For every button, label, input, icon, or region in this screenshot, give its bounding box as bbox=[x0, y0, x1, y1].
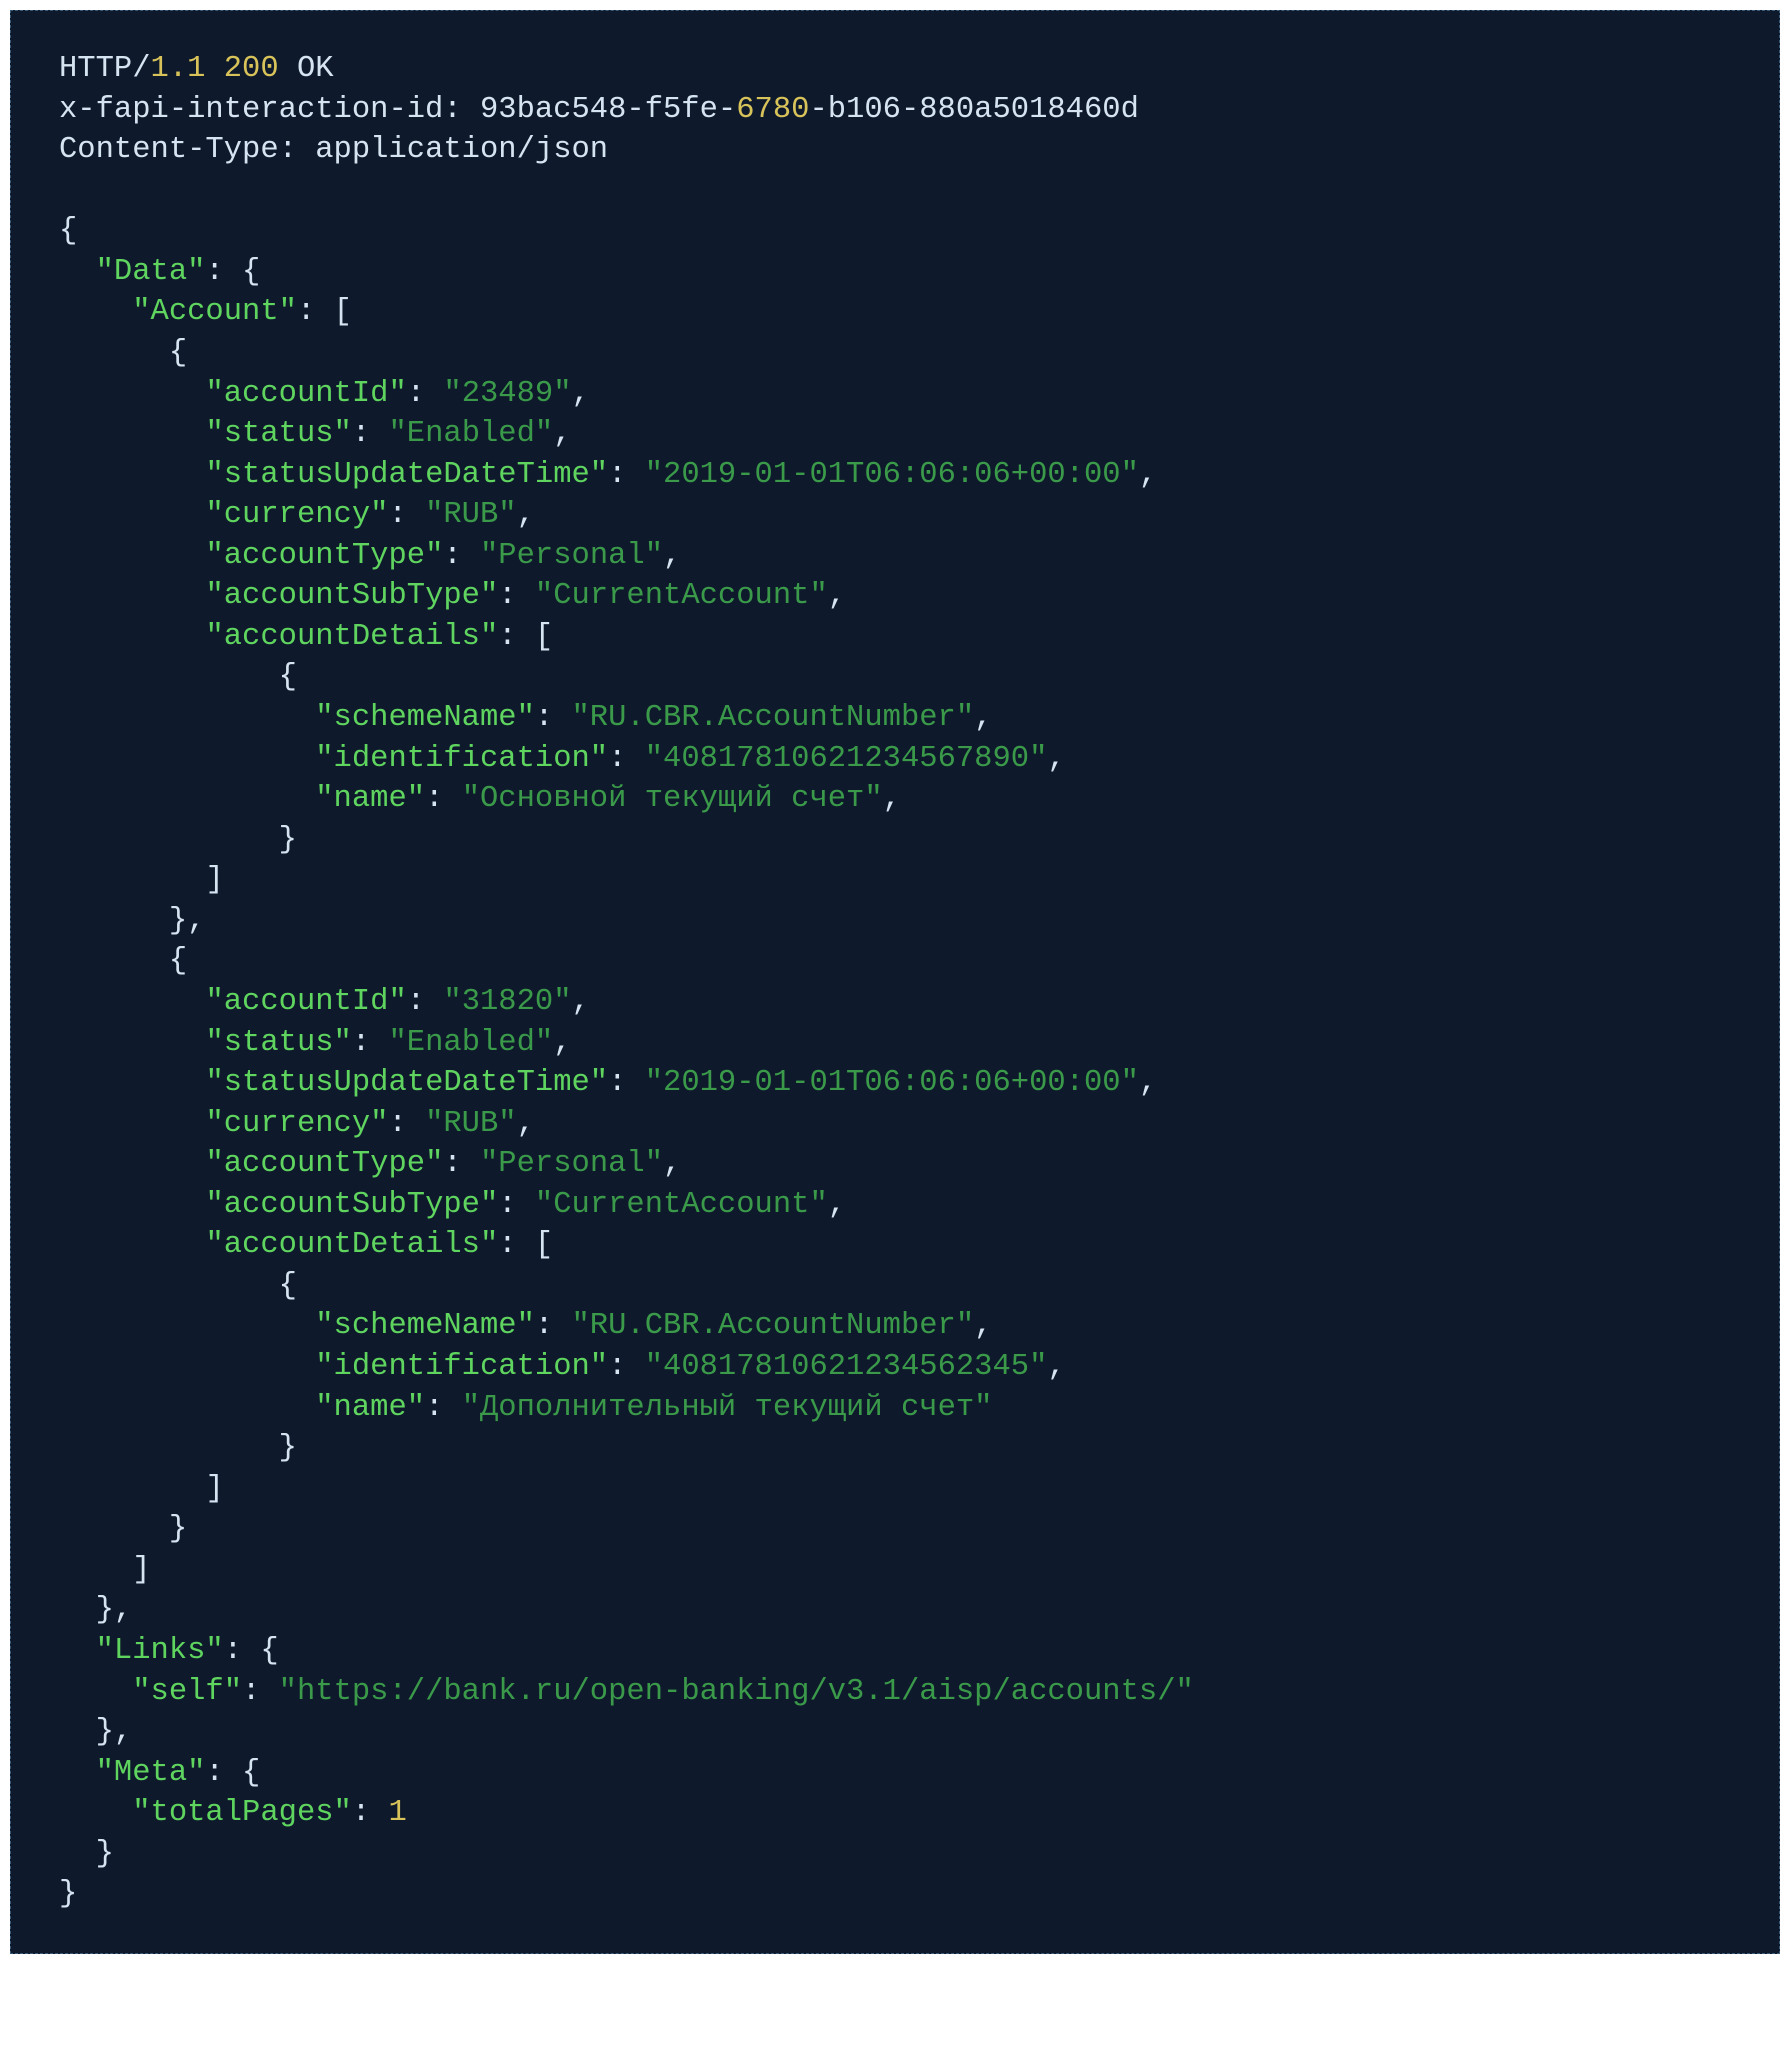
json-key-accountdetails: "accountDetails" bbox=[205, 620, 498, 654]
json-key-accountsubtype: "accountSubType" bbox=[205, 579, 498, 613]
json-key-currency: "currency" bbox=[205, 498, 388, 532]
json-key-accounttype: "accountType" bbox=[205, 1147, 443, 1181]
json-val-name: "Основной текущий счет" bbox=[462, 782, 883, 816]
json-key-status: "status" bbox=[205, 417, 351, 451]
json-val-statusudt: "2019-01-01T06:06:06+00:00" bbox=[645, 458, 1139, 492]
json-val-self: "https://bank.ru/open-banking/v3.1/aisp/… bbox=[279, 1675, 1194, 1709]
json-key-data: "Data" bbox=[96, 255, 206, 289]
header-xfapi-value-mid: 6780 bbox=[736, 93, 809, 127]
json-val-status: "Enabled" bbox=[388, 1026, 553, 1060]
http-protocol: HTTP/ bbox=[59, 52, 151, 86]
json-key-accountsubtype: "accountSubType" bbox=[205, 1188, 498, 1222]
json-key-name: "name" bbox=[315, 782, 425, 816]
json-key-links: "Links" bbox=[96, 1634, 224, 1668]
http-response-code-block: HTTP/1.1 200 OK x-fapi-interaction-id: 9… bbox=[10, 10, 1780, 1954]
json-val-totalpages: 1 bbox=[388, 1796, 406, 1830]
json-val-name: "Дополнительный текущий счет" bbox=[462, 1391, 993, 1425]
json-key-identification: "identification" bbox=[315, 1350, 608, 1384]
json-key-accountdetails: "accountDetails" bbox=[205, 1228, 498, 1262]
space bbox=[205, 52, 223, 86]
brace-open: { bbox=[59, 214, 77, 248]
header-contenttype-value: application/json bbox=[315, 133, 608, 167]
json-key-statusudt: "statusUpdateDateTime" bbox=[205, 1066, 608, 1100]
json-val-status: "Enabled" bbox=[388, 417, 553, 451]
json-key-account: "Account" bbox=[132, 295, 297, 329]
json-val-currency: "RUB" bbox=[425, 1107, 517, 1141]
json-key-accountid: "accountId" bbox=[205, 377, 406, 411]
header-xfapi-value-pre: 93bac548-f5fe- bbox=[480, 93, 736, 127]
json-val-accounttype: "Personal" bbox=[480, 539, 663, 573]
json-key-self: "self" bbox=[132, 1675, 242, 1709]
json-val-accounttype: "Personal" bbox=[480, 1147, 663, 1181]
json-val-accountid: "23489" bbox=[443, 377, 571, 411]
json-key-accountid: "accountId" bbox=[205, 985, 406, 1019]
json-key-totalpages: "totalPages" bbox=[132, 1796, 352, 1830]
http-status-code: 200 bbox=[224, 52, 279, 86]
json-key-schemename: "schemeName" bbox=[315, 1309, 535, 1343]
json-val-schemename: "RU.CBR.AccountNumber" bbox=[572, 701, 975, 735]
http-version: 1.1 bbox=[151, 52, 206, 86]
json-key-status: "status" bbox=[205, 1026, 351, 1060]
json-key-statusudt: "statusUpdateDateTime" bbox=[205, 458, 608, 492]
json-key-currency: "currency" bbox=[205, 1107, 388, 1141]
json-val-accountsubtype: "CurrentAccount" bbox=[535, 579, 828, 613]
json-val-identification: "40817810621234562345" bbox=[645, 1350, 1048, 1384]
header-xfapi-label: x-fapi-interaction-id: bbox=[59, 93, 480, 127]
json-key-name: "name" bbox=[315, 1391, 425, 1425]
space bbox=[279, 52, 297, 86]
header-contenttype-label: Content-Type: bbox=[59, 133, 315, 167]
json-key-identification: "identification" bbox=[315, 742, 608, 776]
json-key-schemename: "schemeName" bbox=[315, 701, 535, 735]
json-val-currency: "RUB" bbox=[425, 498, 517, 532]
header-xfapi-value-post: -b106-880a5018460d bbox=[809, 93, 1138, 127]
json-val-schemename: "RU.CBR.AccountNumber" bbox=[572, 1309, 975, 1343]
json-key-meta: "Meta" bbox=[96, 1756, 206, 1790]
http-status-text: OK bbox=[297, 52, 334, 86]
json-val-accountsubtype: "CurrentAccount" bbox=[535, 1188, 828, 1222]
json-key-accounttype: "accountType" bbox=[205, 539, 443, 573]
json-val-accountid: "31820" bbox=[443, 985, 571, 1019]
brace-close: } bbox=[59, 1877, 77, 1911]
json-val-statusudt: "2019-01-01T06:06:06+00:00" bbox=[645, 1066, 1139, 1100]
json-val-identification: "40817810621234567890" bbox=[645, 742, 1048, 776]
